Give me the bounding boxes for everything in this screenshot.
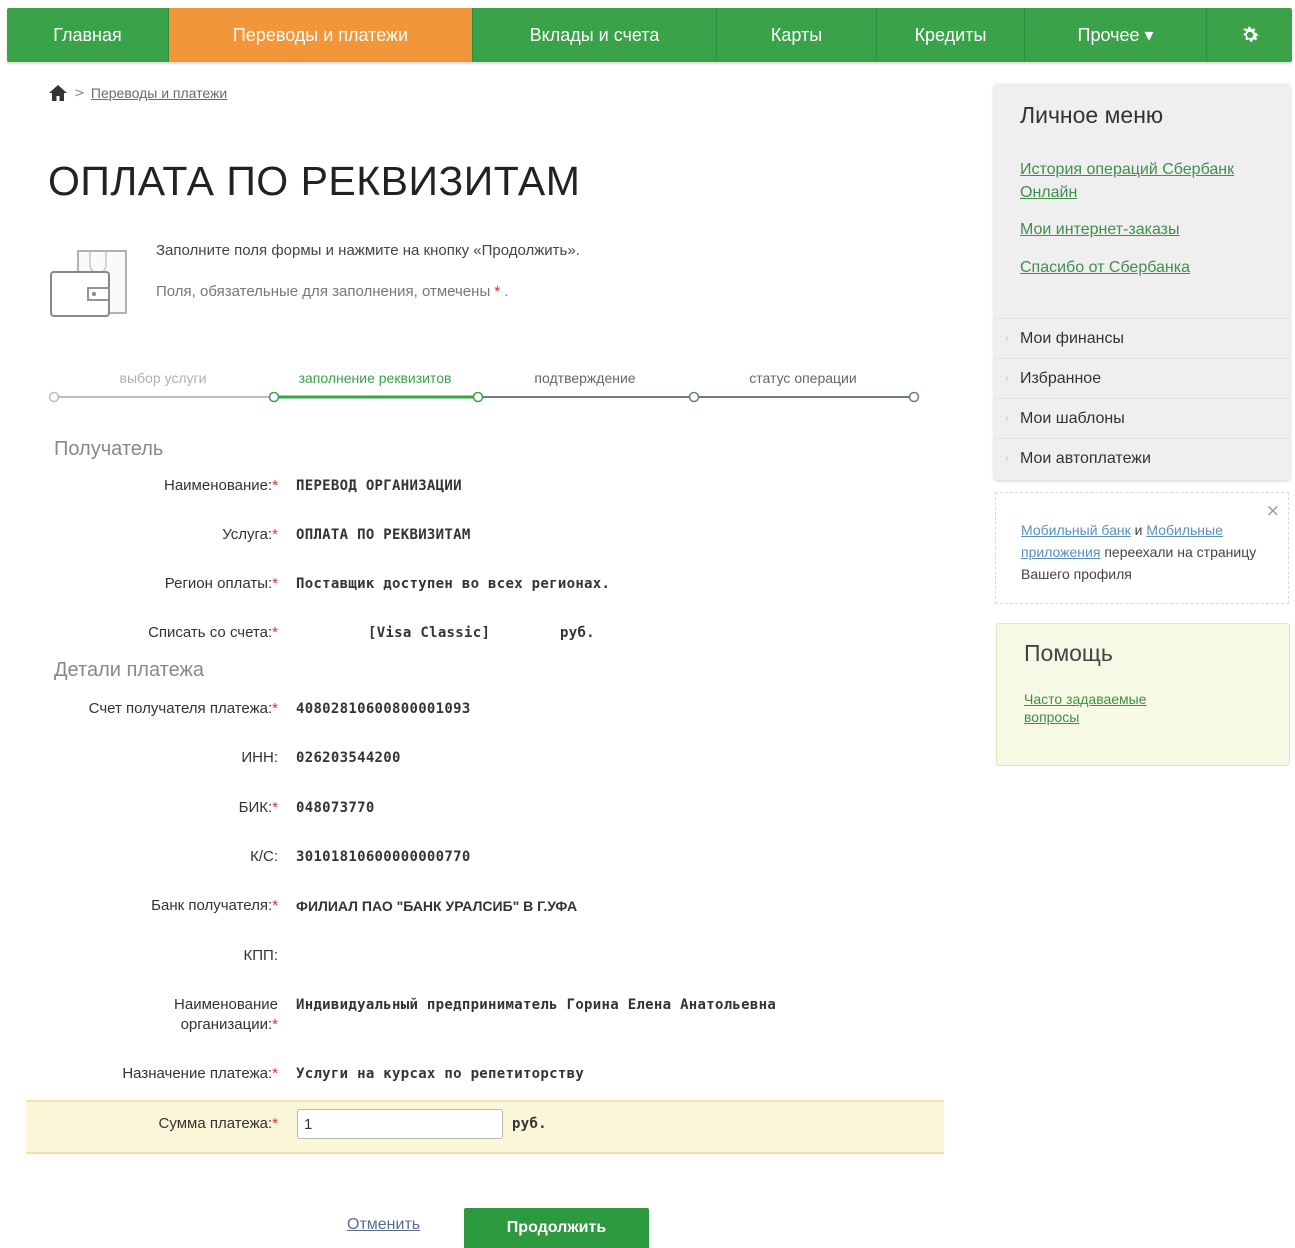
name-value: ПЕРЕВОД ОРГАНИЗАЦИИ xyxy=(296,478,462,494)
help-title: Помощь xyxy=(1024,640,1113,666)
service-value: ОПЛАТА ПО РЕКВИЗИТАМ xyxy=(296,527,471,543)
menu-item-favorites[interactable]: › Избранное xyxy=(994,358,1290,398)
close-icon[interactable]: × xyxy=(1266,501,1280,521)
required-mark: * xyxy=(494,283,501,300)
instruction-text: Заполните поля формы и нажмите на кнопку… xyxy=(156,242,580,259)
form-row-bank: Банк получателя:* ФИЛИАЛ ПАО "БАНК УРАЛС… xyxy=(0,896,940,926)
inn-label: ИНН: xyxy=(241,749,278,766)
settings-button[interactable] xyxy=(1207,8,1292,62)
menu-item-templates[interactable]: › Мои шаблоны xyxy=(994,398,1290,438)
breadcrumb-separator: > xyxy=(74,85,85,101)
section-recipient: Получатель xyxy=(54,438,164,460)
service-label: Услуга:* xyxy=(222,526,278,543)
page-title: ОПЛАТА ПО РЕКВИЗИТАМ xyxy=(48,158,581,204)
gear-icon xyxy=(1242,26,1259,42)
ks-label: К/С: xyxy=(250,848,278,865)
ks-value: 30101810600000000770 xyxy=(296,849,471,865)
amount-input[interactable] xyxy=(297,1109,503,1139)
kpp-label: КПП: xyxy=(243,947,278,964)
nav-item-deposits[interactable]: Вклады и счета xyxy=(473,8,717,62)
form-row-region: Регион оплаты:* Поставщик доступен во вс… xyxy=(0,574,940,604)
required-note: Поля, обязательные для заполнения, отмеч… xyxy=(156,283,509,300)
amount-label: Сумма платежа:* xyxy=(158,1115,278,1132)
personal-menu: Личное меню История операций Сбербанк Он… xyxy=(994,84,1290,480)
menu-item-autopayments[interactable]: › Мои автоплатежи xyxy=(994,438,1290,478)
menu-item-label: Мои шаблоны xyxy=(1020,409,1125,427)
account-currency: руб. xyxy=(560,625,595,641)
name-label: Наименование:* xyxy=(164,477,278,494)
personal-menu-title: Личное меню xyxy=(1020,102,1164,128)
link-mobile-bank[interactable]: Мобильный банк xyxy=(1021,522,1131,538)
form-row-service: Услуга:* ОПЛАТА ПО РЕКВИЗИТАМ xyxy=(0,525,940,555)
menu-item-label: Мои финансы xyxy=(1020,329,1124,347)
form-row-recipient-account: Счет получателя платежа:* 40802810600800… xyxy=(0,699,940,729)
bik-label: БИК:* xyxy=(238,799,278,816)
chevron-right-icon: › xyxy=(1005,333,1009,344)
progress-steps: выбор услуги заполнение реквизитов подтв… xyxy=(48,366,928,410)
recipient-account-label: Счет получателя платежа:* xyxy=(88,700,278,717)
main-nav: Главная Переводы и платежи Вклады и счет… xyxy=(7,8,1292,62)
link-spasibo[interactable]: Спасибо от Сбербанка xyxy=(1020,256,1280,279)
chevron-right-icon: › xyxy=(1005,453,1009,464)
link-faq[interactable]: Часто задаваемые вопросы xyxy=(1024,690,1194,726)
bik-value: 048073770 xyxy=(296,800,375,816)
link-internet-orders[interactable]: Мои интернет-заказы xyxy=(1020,218,1280,241)
recipient-account-value: 40802810600800001093 xyxy=(296,701,471,717)
help-box: Помощь Часто задаваемые вопросы xyxy=(996,623,1290,766)
bank-value: ФИЛИАЛ ПАО "БАНК УРАЛСИБ" В Г.УФА xyxy=(296,898,578,914)
form-row-purpose: Назначение платежа:* Услуги на курсах по… xyxy=(0,1064,940,1094)
bank-label: Банк получателя:* xyxy=(151,897,278,914)
form-row-organization: Наименование организации:* Индивидуальны… xyxy=(0,995,940,1039)
required-note-end: . xyxy=(504,283,509,300)
home-icon[interactable] xyxy=(48,84,68,102)
organization-label: Наименование организации:* xyxy=(174,996,278,1033)
required-note-text: Поля, обязательные для заполнения, отмеч… xyxy=(156,283,491,300)
chevron-right-icon: › xyxy=(1005,413,1009,424)
form-row-kpp: КПП: xyxy=(0,946,940,976)
nav-item-cards[interactable]: Карты xyxy=(717,8,877,62)
nav-item-credits[interactable]: Кредиты xyxy=(877,8,1025,62)
wallet-icon xyxy=(50,250,127,317)
breadcrumb-link-transfers[interactable]: Переводы и платежи xyxy=(91,85,227,101)
form-row-inn: ИНН: 026203544200 xyxy=(0,748,940,778)
form-row-name: Наименование:* ПЕРЕВОД ОРГАНИЗАЦИИ xyxy=(0,476,940,506)
link-operations-history[interactable]: История операций Сбербанк Онлайн xyxy=(1020,158,1280,204)
menu-item-label: Избранное xyxy=(1020,369,1102,387)
continue-button[interactable]: Продолжить xyxy=(464,1208,649,1248)
purpose-label: Назначение платежа:* xyxy=(122,1065,278,1082)
breadcrumb: > Переводы и платежи xyxy=(48,84,227,102)
account-card-select[interactable]: [Visa Classic] xyxy=(368,623,490,643)
form-row-bik: БИК:* 048073770 xyxy=(0,798,940,828)
form-row-ks: К/С: 30101810600000000770 xyxy=(0,847,940,877)
step-track xyxy=(48,391,920,403)
inn-value: 026203544200 xyxy=(296,750,401,766)
nav-item-other[interactable]: Прочее ▾ xyxy=(1025,8,1207,62)
chevron-right-icon: › xyxy=(1005,373,1009,384)
form-row-account: Списать со счета:* [Visa Classic] руб. xyxy=(0,623,940,653)
notice-text: Мобильный банк и Мобильные приложения пе… xyxy=(1021,522,1257,582)
organization-value: Индивидуальный предприниматель Горина Ел… xyxy=(296,997,777,1013)
purpose-value: Услуги на курсах по репетиторству xyxy=(296,1066,585,1082)
account-label: Списать со счета:* xyxy=(148,624,278,641)
mobile-bank-notice: × Мобильный банк и Мобильные приложения … xyxy=(995,492,1289,604)
menu-item-label: Мои автоплатежи xyxy=(1020,449,1151,467)
menu-item-finances[interactable]: › Мои финансы xyxy=(994,318,1290,358)
region-value: Поставщик доступен во всех регионах. xyxy=(296,576,611,592)
region-label: Регион оплаты:* xyxy=(164,575,278,592)
section-payment-details: Детали платежа xyxy=(54,659,204,681)
nav-item-home[interactable]: Главная xyxy=(7,8,169,62)
cancel-link[interactable]: Отменить xyxy=(347,1216,420,1234)
nav-item-transfers[interactable]: Переводы и платежи xyxy=(169,8,473,62)
amount-currency: руб. xyxy=(512,1116,547,1132)
